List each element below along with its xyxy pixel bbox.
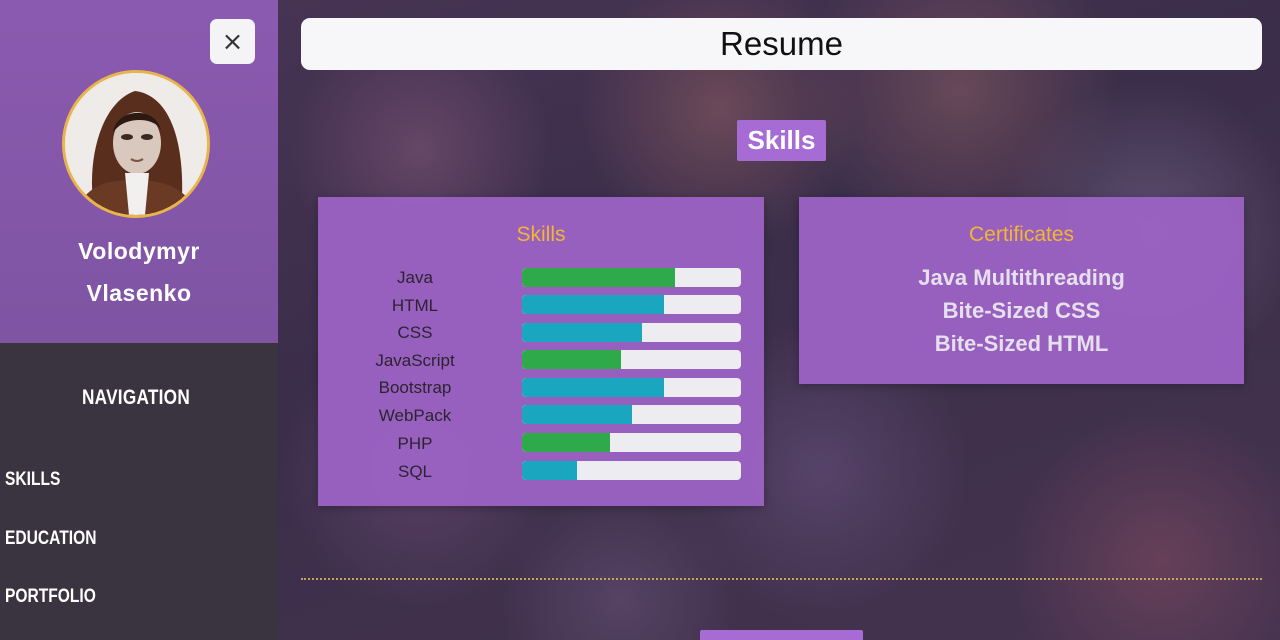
- navigation-title: NAVIGATION: [81, 386, 191, 409]
- skill-bar: [522, 433, 741, 452]
- skills-card-title: Skills: [516, 223, 566, 246]
- profile-first-name: Volodymyr: [78, 238, 200, 264]
- profile-last-name: Vlasenko: [86, 280, 192, 306]
- skill-bar-fill: [522, 405, 632, 424]
- skill-label: Bootstrap: [378, 378, 452, 397]
- skill-label: JavaScript: [375, 351, 455, 370]
- skill-bar: [522, 378, 741, 397]
- certificates-card: Certificates Java Multithreading Bite-Si…: [799, 197, 1244, 384]
- sidebar: × Volodymyr Vlasenko NAVIGATION SKILLS E…: [0, 0, 278, 640]
- profile-name: Volodymyr Vlasenko: [0, 230, 278, 314]
- skill-bar: [522, 405, 741, 424]
- skill-bar-fill: [522, 295, 665, 314]
- skill-bar-fill: [522, 433, 610, 452]
- nav-item-portfolio[interactable]: PORTFOLIO: [5, 586, 96, 608]
- skill-label: HTML: [391, 296, 439, 315]
- certificate-item: Java Multithreading: [918, 265, 1125, 290]
- skill-bar: [522, 323, 741, 342]
- nav-item-education[interactable]: EDUCATION: [5, 528, 96, 550]
- page-title: Resume: [301, 18, 1262, 70]
- nav-item-skills[interactable]: SKILLS: [5, 469, 60, 491]
- skill-label: WebPack: [378, 406, 452, 425]
- certificate-item: Bite-Sized CSS: [942, 298, 1101, 323]
- avatar-image: [65, 73, 207, 215]
- skill-bar-fill: [522, 323, 643, 342]
- navigation-panel: NAVIGATION SKILLS EDUCATION PORTFOLIO: [0, 343, 278, 640]
- next-section-badge: [700, 630, 863, 640]
- skill-bar: [522, 295, 741, 314]
- certificates-card-title: Certificates: [968, 223, 1075, 246]
- section-badge-skills: Skills: [737, 120, 826, 161]
- avatar: [62, 70, 210, 218]
- skill-bar-fill: [522, 350, 621, 369]
- skill-bar-fill: [522, 461, 577, 480]
- skill-bar-fill: [522, 378, 665, 397]
- skill-bar-fill: [522, 268, 676, 287]
- skill-bar: [522, 350, 741, 369]
- skill-label: PHP: [397, 434, 433, 453]
- skill-bar: [522, 461, 741, 480]
- skill-bar: [522, 268, 741, 287]
- skill-label: CSS: [397, 323, 433, 342]
- section-divider: [301, 578, 1262, 580]
- skill-label: Java: [397, 268, 433, 287]
- skill-label: SQL: [397, 462, 433, 481]
- skills-card: Skills Java HTML CSS JavaScript Bootstra…: [318, 197, 764, 506]
- close-icon[interactable]: ×: [210, 19, 255, 64]
- certificate-item: Bite-Sized HTML: [934, 331, 1109, 356]
- profile-panel: × Volodymyr Vlasenko: [0, 0, 278, 343]
